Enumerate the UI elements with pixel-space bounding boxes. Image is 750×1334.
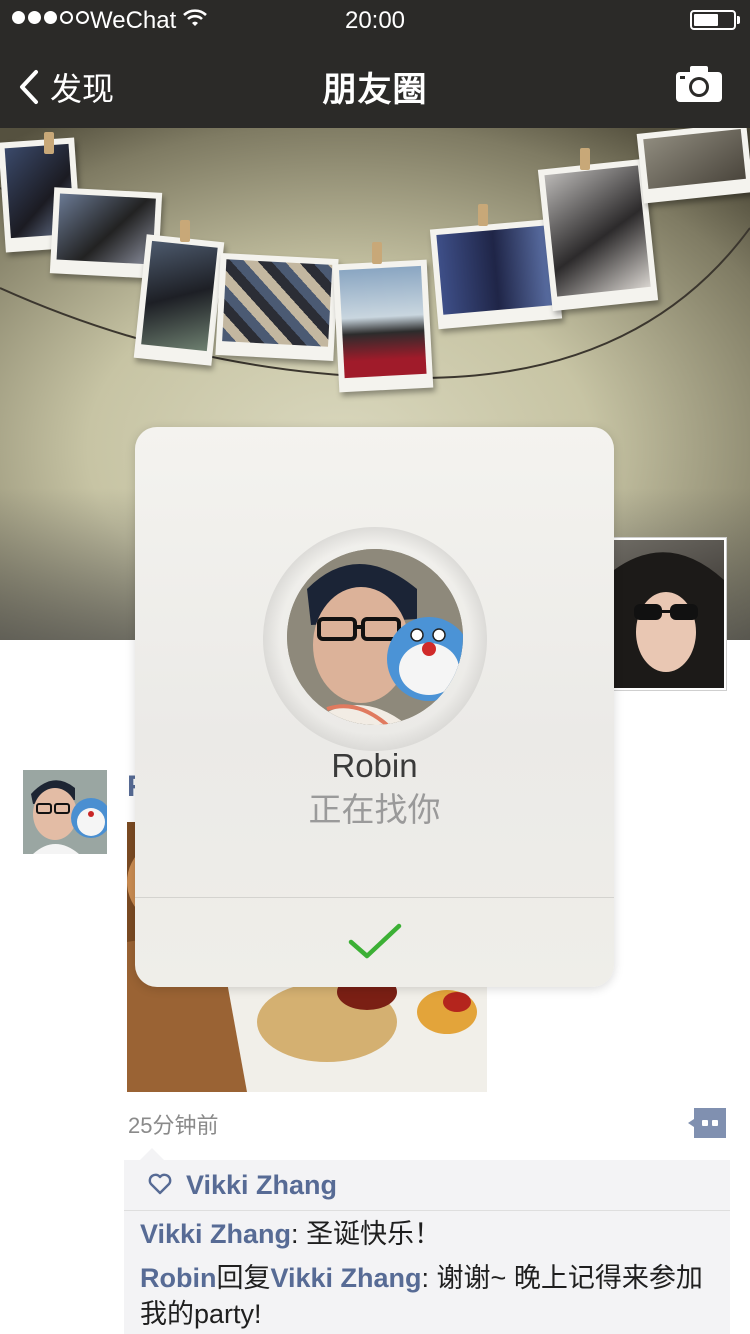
comment-text: 圣诞快乐！ xyxy=(306,1219,442,1249)
hanging-photo xyxy=(215,252,339,362)
reply-target[interactable]: Vikki Zhang xyxy=(270,1263,421,1293)
comment-separator: : xyxy=(291,1219,307,1249)
battery-tip xyxy=(737,16,740,24)
clothespin xyxy=(372,242,382,264)
comment-author[interactable]: Robin xyxy=(140,1263,216,1293)
comment-author[interactable]: Vikki Zhang xyxy=(140,1219,291,1249)
comment-item[interactable]: Robin回复Vikki Zhang: 谢谢~ 晚上记得来参加我的party! xyxy=(140,1260,725,1332)
page-title: 朋友圈 xyxy=(322,71,428,109)
status-bar: WeChat 20:00 xyxy=(0,0,750,40)
comments-pointer xyxy=(140,1148,164,1160)
dialog-user-name: Robin xyxy=(331,747,418,784)
camera-icon[interactable] xyxy=(676,66,722,102)
comment-item[interactable]: Vikki Zhang: 圣诞快乐！ xyxy=(140,1216,725,1252)
check-icon xyxy=(348,923,402,959)
battery-icon xyxy=(690,10,736,30)
comment-separator: : xyxy=(421,1263,437,1293)
hanging-photo xyxy=(429,218,563,330)
clothespin xyxy=(478,204,488,226)
hanging-photo xyxy=(332,259,434,393)
finding-you-dialog: Robin 正在找你 xyxy=(135,427,614,987)
clothespin xyxy=(44,132,54,154)
my-avatar[interactable] xyxy=(612,538,726,690)
dialog-avatar xyxy=(287,549,463,725)
dialog-avatar-image xyxy=(287,549,463,725)
comment-icon[interactable] xyxy=(688,1108,726,1138)
heart-icon xyxy=(148,1173,172,1195)
reply-word: 回复 xyxy=(216,1263,271,1293)
hanging-photo xyxy=(133,234,225,366)
clothespin xyxy=(580,148,590,170)
post-author-avatar[interactable] xyxy=(23,770,107,854)
clothespin xyxy=(180,220,190,242)
dialog-status-text: 正在找你 xyxy=(308,791,441,828)
confirm-button[interactable] xyxy=(135,898,614,987)
like-user-name[interactable]: Vikki Zhang xyxy=(186,1170,337,1201)
navigation-bar: 发现 朋友圈 xyxy=(0,40,750,128)
my-avatar-image xyxy=(614,552,724,688)
hanging-photo xyxy=(636,128,750,204)
post-author-avatar-image xyxy=(23,770,107,854)
post-time: 25分钟前 xyxy=(128,1113,219,1138)
status-time: 20:00 xyxy=(344,7,406,34)
comments-box: Vikki Zhang Vikki Zhang: 圣诞快乐！ Robin回复Vi… xyxy=(124,1160,730,1334)
likes-row: Vikki Zhang xyxy=(124,1160,730,1211)
hanging-photo xyxy=(537,158,659,312)
